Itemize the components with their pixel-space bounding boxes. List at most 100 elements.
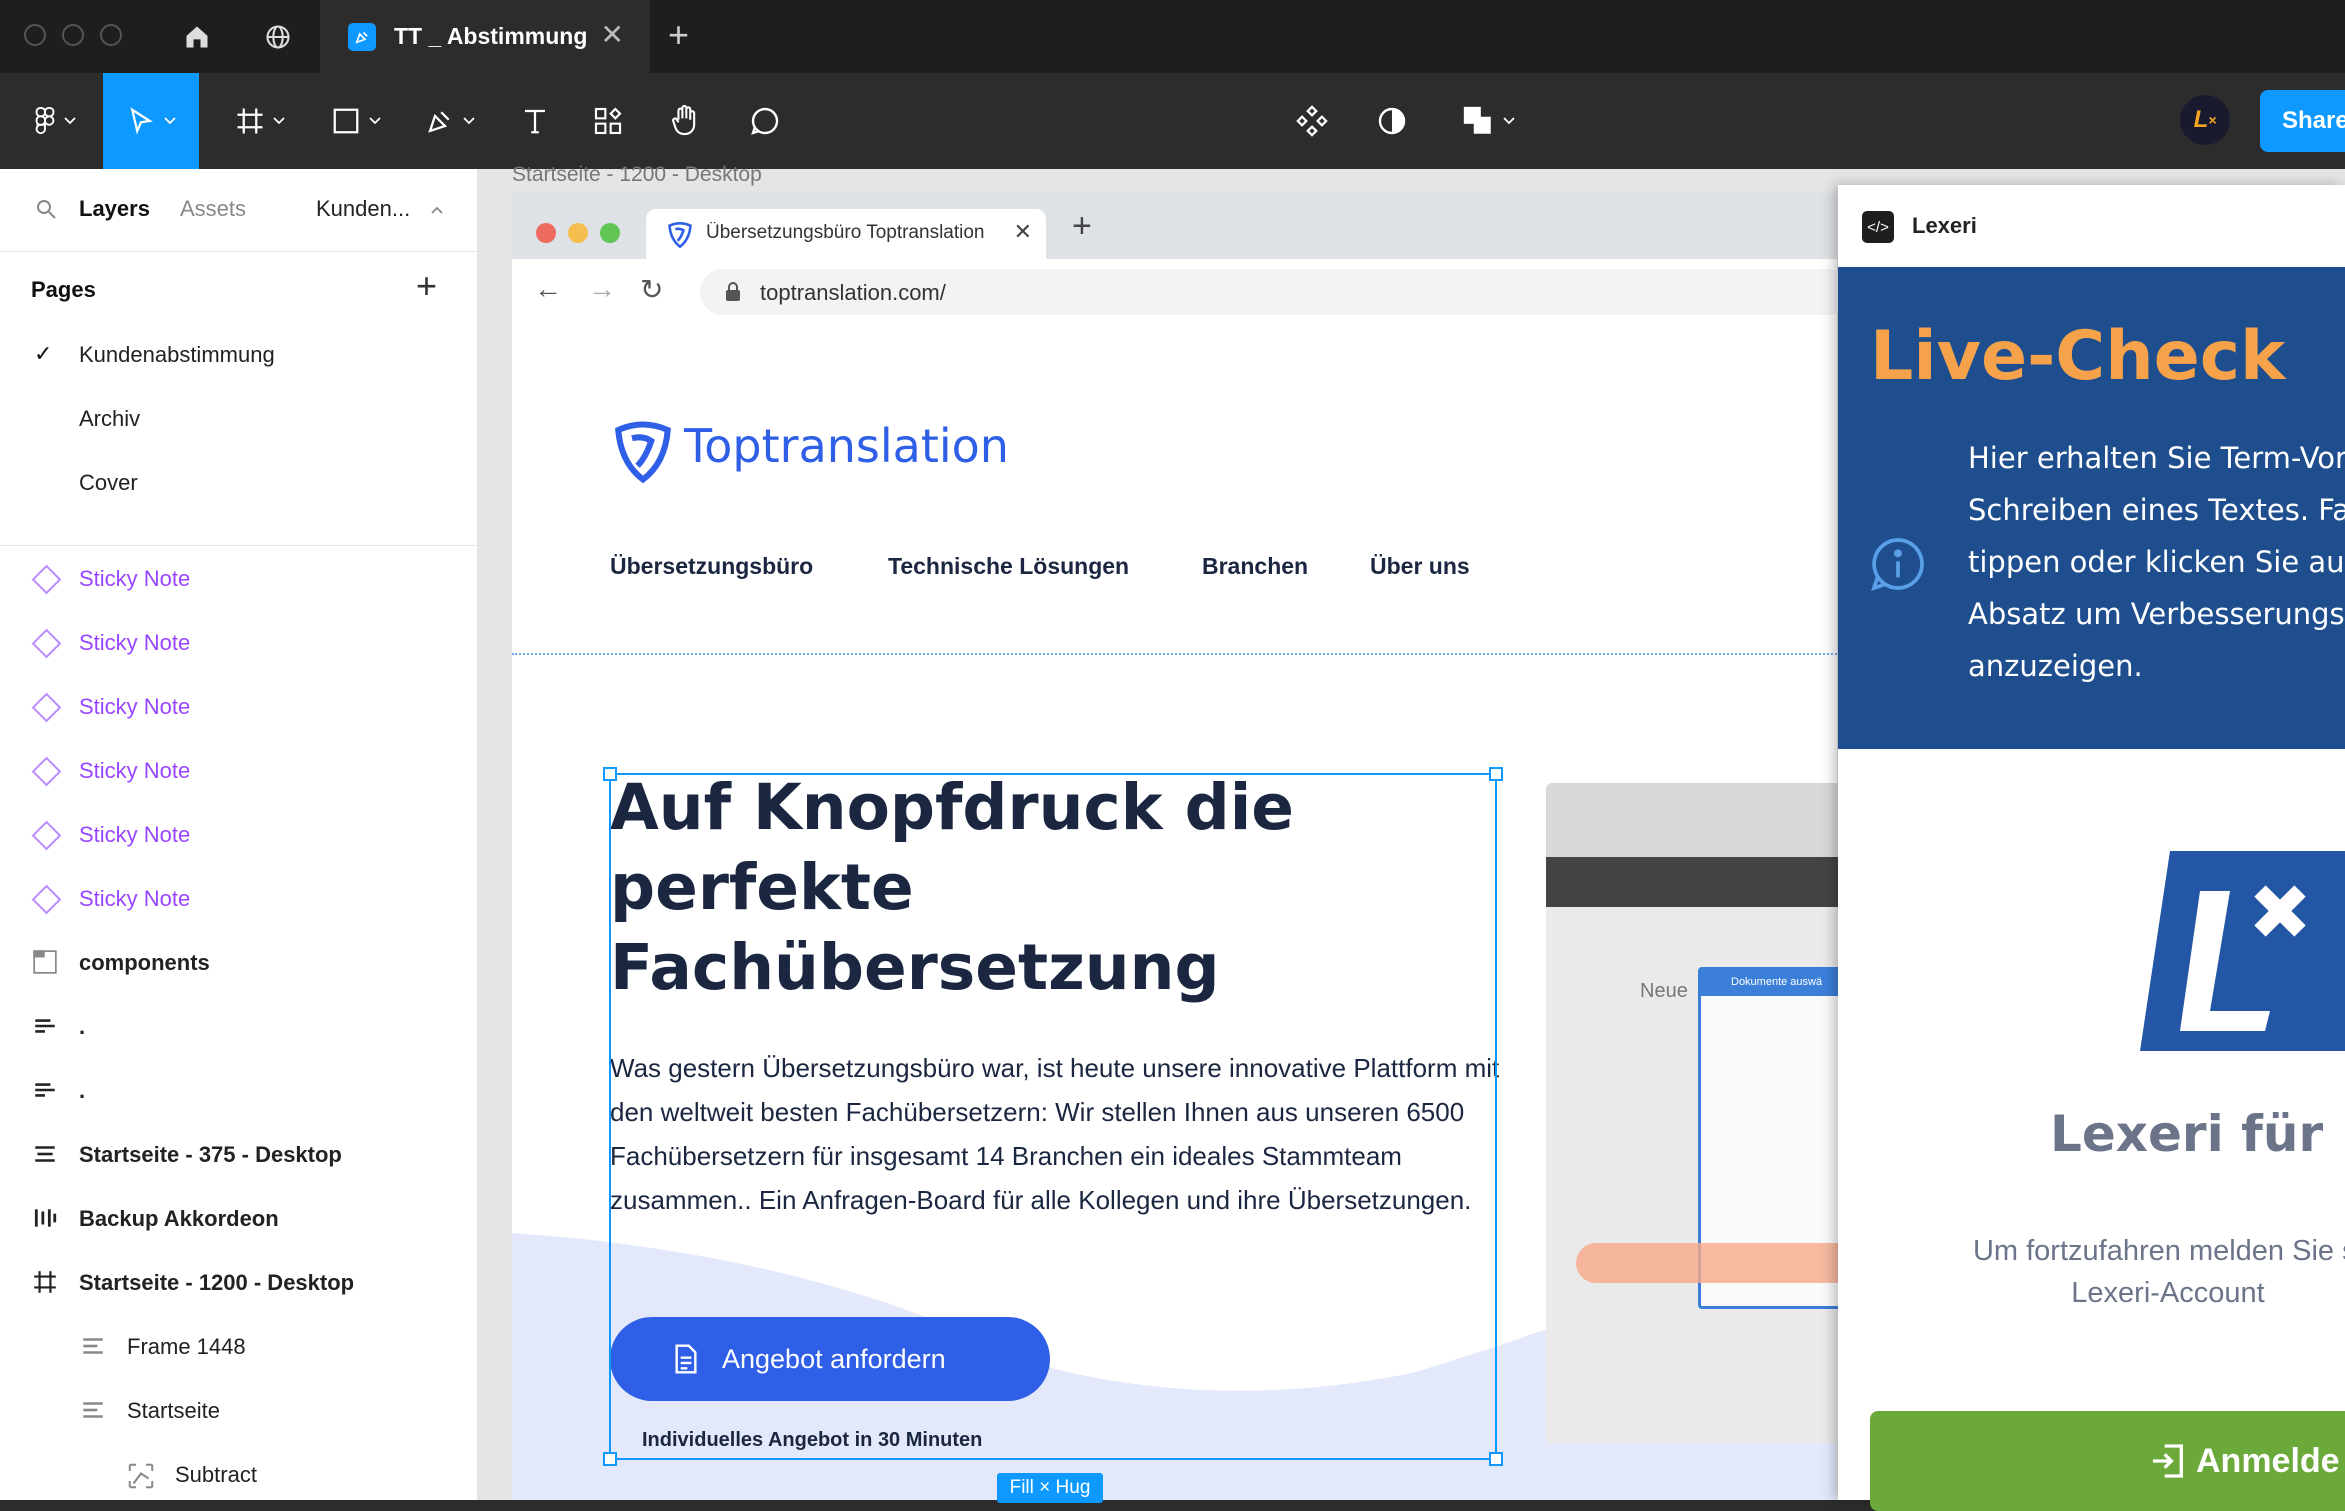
toptranslation-shield-icon bbox=[668, 222, 692, 249]
layer-row[interactable]: . bbox=[0, 1059, 477, 1123]
info-line: tippen oder klicken Sie au bbox=[1968, 545, 2345, 579]
home-icon[interactable] bbox=[157, 0, 237, 73]
shape-tool-button[interactable] bbox=[316, 73, 396, 169]
layer-row[interactable]: Sticky Note bbox=[0, 547, 477, 611]
page-item-archiv[interactable]: Archiv bbox=[79, 406, 140, 432]
autolayout-vertical-icon bbox=[80, 1333, 108, 1361]
login-button[interactable]: Anmelde bbox=[1870, 1411, 2345, 1511]
resources-icon[interactable] bbox=[578, 73, 638, 169]
contrast-icon[interactable] bbox=[1362, 73, 1422, 169]
file-tab-title: TT _ Abstimmung bbox=[394, 23, 588, 49]
lexeri-plugin-panel: </> Lexeri Live-Check Hier erhalten Sie … bbox=[1838, 185, 2345, 1511]
text-tool-icon[interactable] bbox=[505, 73, 565, 169]
screenshot-heading: Neue bbox=[1640, 980, 1688, 1002]
avatar[interactable]: L × bbox=[2180, 95, 2230, 145]
layer-row[interactable]: Sticky Note bbox=[0, 675, 477, 739]
autolayout-vertical-icon bbox=[32, 1141, 60, 1169]
toptranslation-logo-icon bbox=[615, 421, 671, 484]
login-icon bbox=[2153, 1444, 2183, 1478]
resize-handle[interactable] bbox=[603, 1452, 617, 1466]
component-diamond-icon bbox=[31, 756, 62, 787]
browser-close-dot bbox=[536, 223, 556, 243]
autolayout-vertical-icon bbox=[32, 1013, 60, 1041]
frame-label[interactable]: Startseite - 1200 - Desktop bbox=[512, 163, 762, 187]
fill-hug-badge[interactable]: Fill × Hug bbox=[997, 1473, 1103, 1503]
vector-icon bbox=[126, 1461, 154, 1489]
screenshot-bar bbox=[1546, 857, 1856, 907]
layer-row[interactable]: Sticky Note bbox=[0, 867, 477, 931]
title-bar: TT _ Abstimmung ✕ + bbox=[0, 0, 2345, 73]
divider bbox=[0, 545, 477, 546]
window-maximize-dot[interactable] bbox=[100, 24, 122, 46]
components-icon[interactable] bbox=[1282, 73, 1342, 169]
selection-box[interactable] bbox=[603, 767, 1503, 1466]
layer-row[interactable]: Startseite - 375 - Desktop bbox=[0, 1123, 477, 1187]
layer-row[interactable]: . bbox=[0, 995, 477, 1059]
info-line: Absatz um Verbesserungs bbox=[1968, 597, 2345, 631]
layer-row[interactable]: Sticky Note bbox=[0, 739, 477, 803]
site-nav-item: Übersetzungsbüro bbox=[610, 553, 814, 579]
pen-tool-button[interactable] bbox=[410, 73, 490, 169]
chevron-up-icon[interactable] bbox=[430, 205, 444, 215]
site-logo-text: Toptranslation bbox=[684, 419, 1009, 473]
resize-handle[interactable] bbox=[1489, 767, 1503, 781]
product-screenshot: Neue Dokumente auswä bbox=[1546, 783, 1856, 1443]
layer-row[interactable]: Backup Akkordeon bbox=[0, 1187, 477, 1251]
screenshot-dialog-title: Dokumente auswä bbox=[1701, 970, 1856, 996]
layer-row[interactable]: Startseite - 1200 - Desktop bbox=[0, 1251, 477, 1315]
resize-handle[interactable] bbox=[1489, 1452, 1503, 1466]
new-tab-icon[interactable]: + bbox=[668, 14, 689, 56]
lock-icon bbox=[726, 282, 740, 301]
site-nav-item: Branchen bbox=[1202, 553, 1309, 579]
boolean-ops-button[interactable] bbox=[1448, 73, 1528, 169]
add-page-icon[interactable]: + bbox=[416, 265, 437, 307]
move-tool-button[interactable] bbox=[103, 73, 199, 169]
globe-icon[interactable] bbox=[238, 0, 318, 73]
component-diamond-icon bbox=[31, 884, 62, 915]
browser-chrome: Übersetzungsbüro Toptranslation ✕ + ← → … bbox=[512, 193, 1850, 323]
layer-row[interactable]: Frame 1448 bbox=[0, 1315, 477, 1379]
forward-arrow-icon: → bbox=[588, 273, 616, 304]
window-close-dot[interactable] bbox=[24, 24, 46, 46]
layer-row[interactable]: Sticky Note bbox=[0, 803, 477, 867]
reload-icon: ↻ bbox=[640, 274, 664, 305]
window-minimize-dot[interactable] bbox=[62, 24, 84, 46]
login-label: Anmelde bbox=[2196, 1441, 2340, 1480]
resize-handle[interactable] bbox=[603, 767, 617, 781]
tab-assets[interactable]: Assets bbox=[180, 196, 246, 222]
layer-row[interactable]: Subtract bbox=[0, 1443, 477, 1507]
login-desc-line: Um fortzufahren melden Sie si bbox=[1972, 1235, 2345, 1267]
login-description: Um fortzufahren melden Sie si Lexeri-Acc… bbox=[1908, 1230, 2345, 1314]
browser-maximize-dot bbox=[600, 223, 620, 243]
page-selector[interactable]: Kunden... bbox=[316, 196, 410, 222]
info-bubble-icon bbox=[1871, 538, 1924, 591]
address-bar: toptranslation.com/ bbox=[700, 269, 1850, 315]
layer-row[interactable]: Startseite bbox=[0, 1379, 477, 1443]
layers-panel: Layers Assets Kunden... Pages + ✓ Kunden… bbox=[0, 169, 479, 1500]
lexeri-logo-icon bbox=[2140, 851, 2345, 1051]
plugin-title: Lexeri bbox=[1912, 213, 1977, 238]
plugin-header[interactable]: </> Lexeri bbox=[1838, 185, 2345, 268]
autolayout-horizontal-icon bbox=[32, 1205, 60, 1233]
search-icon[interactable] bbox=[34, 197, 58, 221]
share-button[interactable]: Share bbox=[2260, 90, 2345, 152]
layer-row[interactable]: components bbox=[0, 931, 477, 995]
page-item-kundenabstimmung[interactable]: Kundenabstimmung bbox=[79, 342, 275, 368]
website-mockup-frame[interactable]: Übersetzungsbüro Toptranslation ✕ + ← → … bbox=[512, 193, 1856, 1503]
file-tab[interactable]: TT _ Abstimmung ✕ bbox=[320, 0, 650, 73]
panel-tabs: Layers Assets Kunden... bbox=[0, 169, 479, 252]
autolayout-vertical-icon bbox=[32, 1077, 60, 1105]
live-check-info: Hier erhalten Sie Term-Vor Schreiben ein… bbox=[1968, 432, 2345, 692]
tab-layers[interactable]: Layers bbox=[79, 196, 150, 222]
frame-tool-button[interactable] bbox=[220, 73, 300, 169]
layer-row[interactable]: Sticky Note bbox=[0, 611, 477, 675]
info-line: Hier erhalten Sie Term-Vor bbox=[1968, 441, 2345, 475]
browser-tab: Übersetzungsbüro Toptranslation ✕ bbox=[646, 209, 1046, 259]
component-diamond-icon bbox=[31, 692, 62, 723]
hand-tool-icon[interactable] bbox=[655, 73, 715, 169]
component-diamond-icon bbox=[31, 820, 62, 851]
main-menu-button[interactable] bbox=[20, 73, 90, 169]
comment-tool-icon[interactable] bbox=[735, 73, 795, 169]
page-item-cover[interactable]: Cover bbox=[79, 470, 138, 496]
close-tab-icon[interactable]: ✕ bbox=[601, 18, 624, 51]
